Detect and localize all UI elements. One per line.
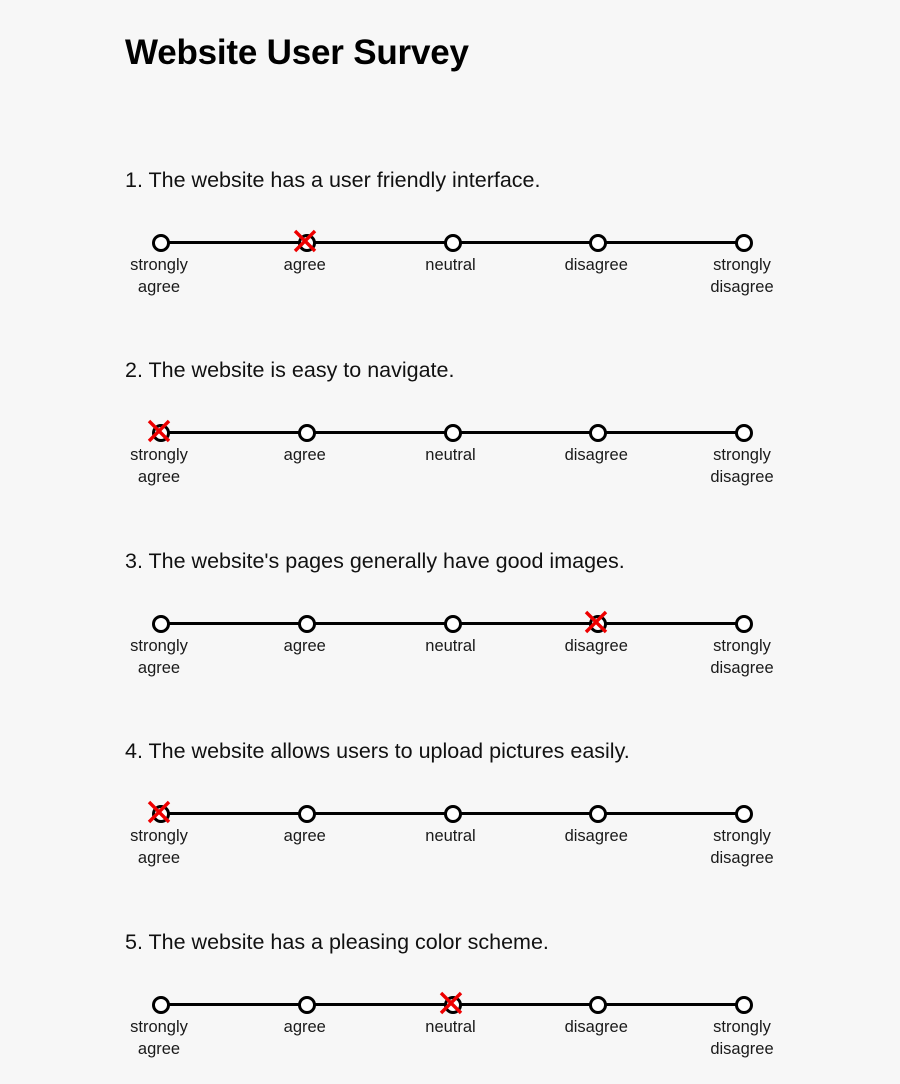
scale-option-label: strongly disagree <box>710 827 774 867</box>
radio-circle[interactable] <box>297 615 316 633</box>
radio-circle[interactable] <box>443 234 462 252</box>
survey-page: Website User Survey 1. The website has a… <box>0 0 900 1084</box>
radio-circle[interactable] <box>735 424 753 442</box>
scale-option-label: strongly agree <box>130 637 188 677</box>
scale-option-label: disagree <box>564 1018 628 1036</box>
scale-option-label: strongly agree <box>130 1018 188 1058</box>
radio-circle[interactable] <box>297 805 316 823</box>
scale-option-label: disagree <box>564 637 628 655</box>
radio-circle[interactable] <box>735 234 753 252</box>
scale-option-label: strongly disagree <box>710 1018 774 1058</box>
scale-option-label: strongly agree <box>130 446 188 486</box>
question-text: 4. The website allows users to upload pi… <box>125 739 630 763</box>
scale-option-label: strongly agree <box>130 827 188 867</box>
scale-option-label: disagree <box>564 256 628 274</box>
radio-circle[interactable] <box>152 234 170 252</box>
radio-circle[interactable] <box>297 996 316 1014</box>
question-text: 2. The website is easy to navigate. <box>125 358 455 382</box>
likert-scale: strongly agree agree neutral disagree strong… <box>0 771 900 867</box>
scale-option-label: neutral <box>425 256 476 274</box>
scale-option-label: agree <box>283 1018 326 1036</box>
question-text: 3. The website's pages generally have go… <box>125 549 625 573</box>
radio-circle[interactable] <box>443 615 462 633</box>
radio-circle[interactable] <box>735 996 753 1014</box>
radio-circle[interactable] <box>589 424 608 442</box>
scale-option-label: agree <box>283 637 326 655</box>
scale-option-label: disagree <box>564 827 628 845</box>
scale-option-label: neutral <box>425 637 476 655</box>
radio-circle[interactable] <box>152 996 170 1014</box>
likert-scale: strongly agree agree neutral disagree strong… <box>0 962 900 1058</box>
scale-option-label: neutral <box>425 1018 476 1036</box>
scale-option-label: neutral <box>425 827 476 845</box>
scale-option-label: agree <box>283 827 326 845</box>
likert-scale: strongly agree agree neutral disagree strong… <box>0 200 900 296</box>
x-mark-icon <box>292 228 318 254</box>
x-mark-icon <box>583 609 609 635</box>
question-text: 1. The website has a user friendly inter… <box>125 168 541 192</box>
scale-option-label: neutral <box>425 446 476 464</box>
likert-scale: strongly agree agree neutral disagree strong… <box>0 581 900 677</box>
radio-circle[interactable] <box>589 805 608 823</box>
x-mark-icon <box>146 418 172 444</box>
x-mark-icon <box>438 990 464 1016</box>
radio-circle[interactable] <box>589 234 608 252</box>
likert-scale: strongly agree agree neutral disagree strong… <box>0 390 900 486</box>
scale-option-label: strongly disagree <box>710 446 774 486</box>
radio-circle[interactable] <box>443 805 462 823</box>
radio-circle[interactable] <box>735 615 753 633</box>
scale-option-label: strongly disagree <box>710 256 774 296</box>
scale-option-label: strongly agree <box>130 256 188 296</box>
x-mark-icon <box>146 799 172 825</box>
scale-option-label: agree <box>283 256 326 274</box>
radio-circle[interactable] <box>735 805 753 823</box>
radio-circle[interactable] <box>443 424 462 442</box>
radio-circle[interactable] <box>297 424 316 442</box>
radio-circle[interactable] <box>152 615 170 633</box>
page-title: Website User Survey <box>125 33 469 72</box>
scale-option-label: agree <box>283 446 326 464</box>
question-text: 5. The website has a pleasing color sche… <box>125 930 549 954</box>
scale-option-label: disagree <box>564 446 628 464</box>
scale-option-label: strongly disagree <box>710 637 774 677</box>
radio-circle[interactable] <box>589 996 608 1014</box>
